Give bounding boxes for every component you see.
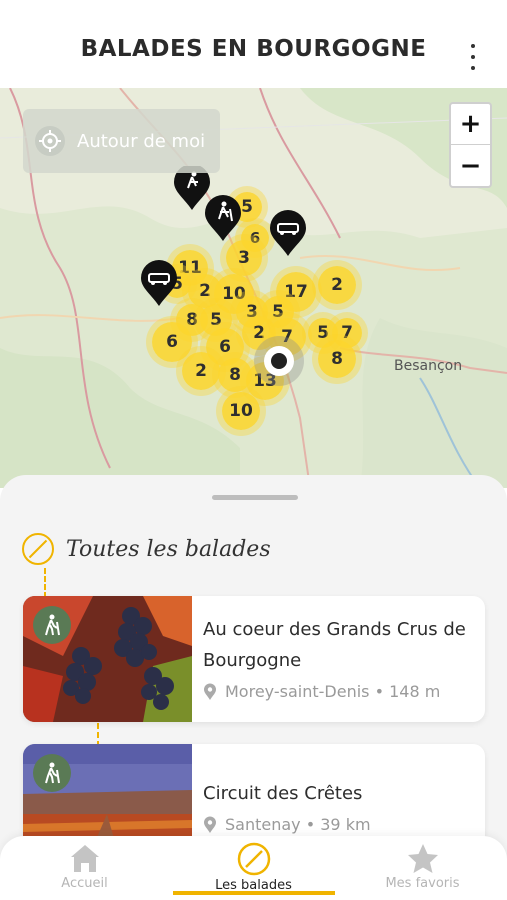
tab-label: Mes favoris: [385, 876, 460, 891]
cluster-marker[interactable]: 6: [152, 322, 192, 362]
zoom-control: + −: [449, 102, 492, 188]
cluster-marker[interactable]: 10: [222, 392, 260, 430]
home-icon: [70, 845, 99, 872]
more-vertical-icon: [471, 44, 475, 48]
tab-label: Accueil: [61, 876, 108, 891]
walk-title: Circuit des Crêtes: [203, 783, 363, 804]
location-pin-icon: [204, 816, 216, 833]
tab-favorites[interactable]: Mes favoris: [338, 836, 507, 900]
cluster-marker[interactable]: 8: [318, 340, 356, 378]
hiking-badge-icon: [33, 606, 71, 644]
active-tab-indicator: [173, 891, 335, 895]
drag-handle[interactable]: [212, 495, 298, 500]
compass-icon: [237, 842, 270, 876]
around-me-button[interactable]: Autour de moi: [23, 109, 220, 173]
app-header: BALADES EN BOURGOGNE: [0, 0, 507, 88]
hiking-badge-icon: [33, 754, 71, 792]
hiking-pin-marker[interactable]: [203, 195, 243, 243]
section-header: Toutes les balades: [22, 533, 271, 565]
city-label-besancon: Besançon: [394, 358, 463, 374]
walk-location-distance: Santenay • 39 km: [225, 815, 371, 834]
around-me-label: Autour de moi: [77, 130, 206, 152]
cluster-marker[interactable]: 2: [182, 352, 220, 390]
section-title: Toutes les balades: [66, 536, 271, 562]
car-pin-marker[interactable]: [267, 210, 309, 258]
walk-title: Au coeur des Grands Crus de Bourgogne: [203, 619, 466, 671]
tab-home[interactable]: Accueil: [0, 836, 169, 900]
walk-card[interactable]: Au coeur des Grands Crus de Bourgogne Mo…: [23, 596, 485, 722]
compass-icon: [22, 533, 54, 565]
cluster-marker[interactable]: 3: [226, 240, 262, 276]
walk-location-distance: Morey-saint-Denis • 148 m: [225, 682, 441, 701]
walk-image-grapes: [23, 596, 192, 722]
location-pin-icon: [204, 683, 216, 700]
more-options-button[interactable]: [463, 44, 483, 70]
crosshair-icon: [35, 126, 65, 156]
page-title: BALADES EN BOURGOGNE: [80, 36, 427, 62]
cluster-marker[interactable]: 2: [318, 266, 356, 304]
current-location-marker: [264, 346, 294, 376]
zoom-in-button[interactable]: +: [451, 104, 490, 145]
star-icon: [407, 844, 438, 873]
dashed-connector: [44, 568, 46, 598]
zoom-out-button[interactable]: −: [451, 145, 490, 186]
car-pin-marker[interactable]: [138, 260, 180, 308]
cluster-marker[interactable]: 8: [218, 358, 252, 392]
